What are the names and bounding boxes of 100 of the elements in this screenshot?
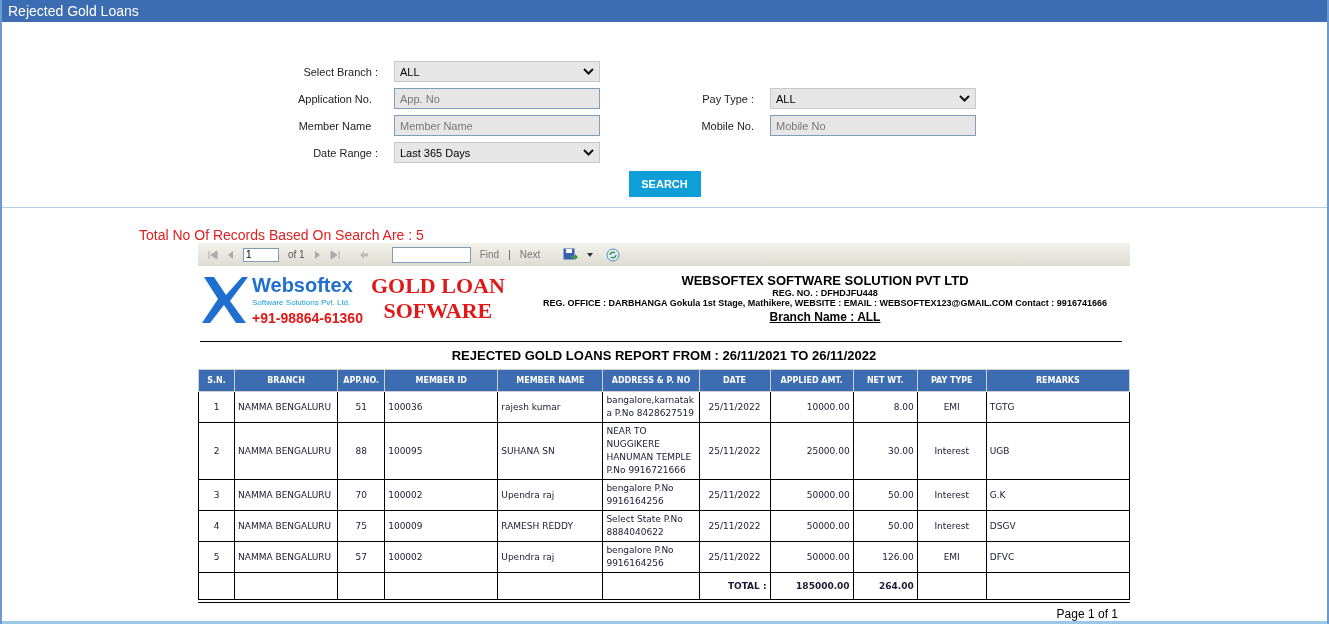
- table-cell: 100009: [384, 510, 498, 542]
- table-cell: 75: [337, 510, 385, 542]
- table-cell: 50.00: [853, 479, 918, 511]
- table-cell: bengalore P.No 9916164256: [602, 479, 699, 511]
- field-label: Member Name: [297, 119, 373, 132]
- table-cell: UGB: [986, 422, 1130, 480]
- last-page-icon[interactable]: [329, 249, 340, 260]
- table-cell: 88: [337, 422, 385, 480]
- input-field[interactable]: App. No: [394, 88, 600, 110]
- table-cell: 70: [337, 479, 385, 511]
- table-cell: G.K: [986, 479, 1130, 511]
- total-net-weight: 264.00: [853, 572, 918, 600]
- refresh-icon[interactable]: [606, 247, 621, 262]
- total-applied: 185000.00: [770, 572, 854, 600]
- column-header: APPLIED AMT.: [770, 369, 854, 392]
- table-cell: DFVC: [986, 541, 1130, 573]
- chevron-down-icon: [959, 95, 970, 103]
- table-cell: NAMMA BENGALURU: [234, 510, 338, 542]
- table-cell: EMI: [917, 541, 987, 573]
- table-cell: 1: [198, 391, 235, 423]
- input-field[interactable]: Mobile No: [770, 115, 976, 137]
- table-cell: Interest: [917, 422, 987, 480]
- page-number-field[interactable]: 1: [243, 247, 279, 262]
- find-link[interactable]: Find: [479, 249, 500, 261]
- field-label: Select Branch :: [302, 65, 379, 78]
- field-label: Pay Type :: [701, 92, 755, 105]
- records-summary: Total No Of Records Based On Search Are : 5: [139, 227, 425, 244]
- table-cell: 51: [337, 391, 385, 423]
- table-cell: TGTG: [986, 391, 1130, 423]
- first-page-icon[interactable]: [208, 249, 218, 260]
- column-header: REMARKS: [986, 369, 1130, 392]
- table-cell: Interest: [917, 510, 987, 542]
- toolbar-separator: |: [508, 249, 511, 261]
- column-header: MEMBER ID: [384, 369, 498, 392]
- column-header: PAY TYPE: [917, 369, 987, 392]
- table-cell: 3: [198, 479, 235, 511]
- table-cell: rajesh kumar: [497, 391, 603, 423]
- logo-brand: Websoftex: [252, 273, 354, 298]
- table-cell: bangalore,karnataka P.No 8428627519: [602, 391, 699, 423]
- table-cell: Select State P.No 8884040622: [602, 510, 699, 542]
- dropdown-select[interactable]: Last 365 Days: [394, 142, 600, 164]
- report-title: REJECTED GOLD LOANS REPORT FROM : 26/11/2021 TO 26/11/2022: [450, 348, 878, 364]
- table-cell: 5: [198, 541, 235, 573]
- table-cell: 25000.00: [770, 422, 854, 480]
- table-cell: 50.00: [853, 510, 918, 542]
- table-cell: 8.00: [853, 391, 918, 423]
- column-header: NET WT.: [853, 369, 918, 392]
- table-cell: 25/11/2022: [699, 479, 771, 511]
- column-header: APP.NO.: [337, 369, 385, 392]
- table-cell: Upendra raj: [497, 541, 603, 573]
- save-icon[interactable]: [563, 248, 579, 262]
- table-cell: 100036: [384, 391, 498, 423]
- company-name: WEBSOFTEX SOFTWARE SOLUTION PVT LTD: [681, 273, 969, 289]
- dropdown-select[interactable]: ALL: [394, 61, 600, 83]
- table-cell: 25/11/2022: [699, 541, 771, 573]
- table-cell: 10000.00: [770, 391, 854, 423]
- table-cell: EMI: [917, 391, 987, 423]
- table-cell: 100002: [384, 541, 498, 573]
- logo-x-icon: [202, 275, 250, 326]
- next-page-icon[interactable]: [313, 249, 321, 260]
- table-cell: 25/11/2022: [699, 391, 771, 423]
- table-cell: bengalore P.No 9916164256: [602, 541, 699, 573]
- back-arrow-icon[interactable]: [358, 249, 369, 260]
- logo-phone: +91-98864-61360: [252, 310, 363, 327]
- product-name: SOFWARE: [383, 298, 493, 324]
- table-cell: 30.00: [853, 422, 918, 480]
- chevron-down-icon: [583, 149, 594, 157]
- next-link[interactable]: Next: [519, 249, 541, 261]
- page-footer: Page 1 of 1: [1056, 607, 1118, 622]
- input-field[interactable]: Member Name: [394, 115, 600, 137]
- page-title: Rejected Gold Loans: [8, 3, 139, 20]
- chevron-down-icon: [583, 68, 594, 76]
- table-cell: DSGV: [986, 510, 1130, 542]
- table-cell: Interest: [917, 479, 987, 511]
- column-header: MEMBER NAME: [497, 369, 603, 392]
- column-header: BRANCH: [234, 369, 338, 392]
- office-address: REG. OFFICE : DARBHANGA Gokula 1st Stage, Mathikere, WEBSITE : EMAIL : WEBSOFTEX123@GMAIL.COM Contact : 9916741666: [542, 298, 1108, 309]
- registration-number: REG. NO. : DFHDJFU448: [772, 288, 878, 299]
- caret-icon[interactable]: [587, 252, 594, 257]
- table-cell: 50000.00: [770, 510, 854, 542]
- column-header: S.N.: [198, 369, 235, 392]
- total-label: TOTAL :: [699, 572, 771, 600]
- table-cell: NAMMA BENGALURU: [234, 391, 338, 423]
- branch-name: Branch Name : ALL: [769, 310, 881, 325]
- previous-page-icon[interactable]: [227, 249, 234, 260]
- dropdown-select[interactable]: ALL: [770, 88, 976, 110]
- table-cell: NAMMA BENGALURU: [234, 479, 338, 511]
- field-label: Application No.: [297, 92, 373, 105]
- table-cell: NEAR TO NUGGIKERE HANUMAN TEMPLE P.No 9916721666: [602, 422, 699, 480]
- product-name: GOLD LOAN: [370, 273, 505, 299]
- table-cell: 25/11/2022: [699, 510, 771, 542]
- table-cell: 100002: [384, 479, 498, 511]
- column-header: ADDRESS & P. NO: [602, 369, 699, 392]
- table-cell: NAMMA BENGALURU: [234, 541, 338, 573]
- field-label: Date Range :: [312, 146, 379, 159]
- table-cell: NAMMA BENGALURU: [234, 422, 338, 480]
- table-cell: Upendra raj: [497, 479, 603, 511]
- find-field[interactable]: [391, 246, 471, 263]
- table-cell: SUHANA SN: [497, 422, 603, 480]
- table-cell: 50000.00: [770, 541, 854, 573]
